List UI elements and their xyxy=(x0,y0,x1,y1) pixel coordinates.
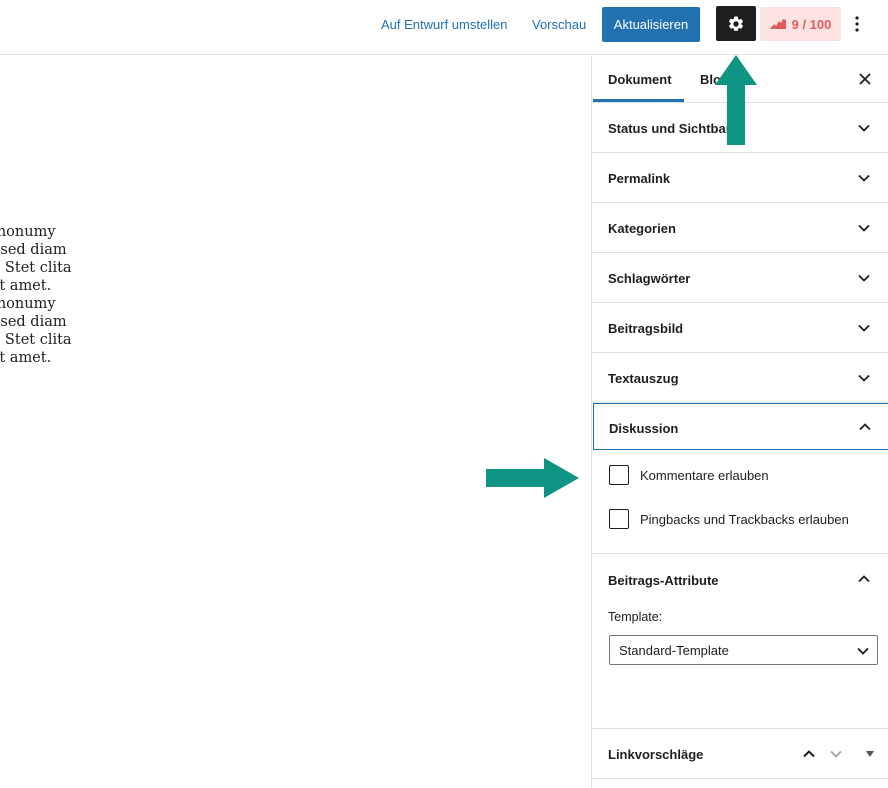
chevron-down-icon xyxy=(858,374,870,382)
chevron-up-icon xyxy=(859,423,871,431)
chevron-down-icon xyxy=(858,224,870,232)
more-options-button[interactable] xyxy=(850,11,864,37)
paragraph-line: ea rebum. Stet clita xyxy=(0,332,72,348)
chevron-down-icon xyxy=(857,647,869,655)
seo-score-icon xyxy=(769,19,786,29)
annotation-arrow-right xyxy=(486,458,579,498)
tab-document[interactable]: Dokument xyxy=(608,72,672,87)
preview-link[interactable]: Vorschau xyxy=(532,17,586,32)
template-label: Template: xyxy=(608,610,663,624)
panel-link-suggestions[interactable]: Linkvorschläge xyxy=(592,729,888,779)
paragraph-line: yam erat, sed diam xyxy=(0,314,67,330)
active-tab-indicator xyxy=(593,99,684,102)
close-icon[interactable] xyxy=(858,72,872,86)
template-select-value: Standard-Template xyxy=(619,643,729,658)
panel-featured-image[interactable]: Beitragsbild xyxy=(592,303,888,353)
update-button-label: Aktualisieren xyxy=(613,17,689,32)
editor-canvas: sed diam nonumy yam erat, sed diam ea re… xyxy=(0,56,591,788)
panel-title: Permalink xyxy=(608,171,671,186)
panel-title: Schlagwörter xyxy=(608,271,691,286)
chevron-down-icon xyxy=(858,174,870,182)
paragraph-line: ea rebum. Stet clita xyxy=(0,260,72,276)
more-vertical-icon xyxy=(855,16,859,32)
paragraph-line: m dolor sit amet. xyxy=(0,278,52,294)
panel-discussion: Diskussion Kommentare erlauben Pingbacks… xyxy=(592,403,888,554)
seo-score-button[interactable]: 9 / 100 xyxy=(760,7,841,41)
seo-score-value: 9 / 100 xyxy=(791,16,832,32)
panel-title: Linkvorschläge xyxy=(608,747,704,762)
settings-sidebar: Dokument Blo Status und Sichtbark Permal… xyxy=(591,56,888,788)
template-select[interactable]: Standard-Template xyxy=(609,635,878,665)
move-down-icon[interactable] xyxy=(829,747,843,761)
editor-toolbar: Auf Entwurf umstellen Vorschau Aktualisi… xyxy=(0,0,888,55)
panel-tags[interactable]: Schlagwörter xyxy=(592,253,888,303)
allow-comments-label[interactable]: Kommentare erlauben xyxy=(640,468,769,483)
chevron-down-icon xyxy=(858,324,870,332)
chevron-down-icon xyxy=(858,274,870,282)
paragraph-line: sed diam nonumy xyxy=(0,296,56,312)
panel-discussion-header[interactable]: Diskussion xyxy=(593,403,888,450)
paragraph-line: m dolor sit amet. xyxy=(0,350,52,366)
panel-title: Diskussion xyxy=(609,421,679,436)
allow-pingbacks-checkbox[interactable] xyxy=(609,509,629,529)
panel-title: Beitragsbild xyxy=(608,321,684,336)
allow-comments-checkbox[interactable] xyxy=(609,465,629,485)
paragraph-line: yam erat, sed diam xyxy=(0,242,67,258)
settings-button[interactable] xyxy=(716,6,756,41)
annotation-arrow-up xyxy=(715,55,757,145)
chevron-down-icon xyxy=(858,124,870,132)
panel-post-attributes-header[interactable]: Beitrags-Attribute xyxy=(592,554,888,604)
gear-icon xyxy=(728,15,744,31)
caret-down-icon[interactable] xyxy=(865,750,875,758)
panel-categories[interactable]: Kategorien xyxy=(592,203,888,253)
panel-permalink[interactable]: Permalink xyxy=(592,153,888,203)
paragraph-block[interactable]: sed diam nonumy yam erat, sed diam ea re… xyxy=(0,223,151,367)
panel-title: Kategorien xyxy=(608,221,676,236)
move-up-icon[interactable] xyxy=(802,747,816,761)
switch-to-draft-link[interactable]: Auf Entwurf umstellen xyxy=(381,17,507,32)
panel-excerpt[interactable]: Textauszug xyxy=(592,353,888,403)
paragraph-line: sed diam nonumy xyxy=(0,224,56,240)
update-button[interactable]: Aktualisieren xyxy=(602,7,700,42)
panel-title: Textauszug xyxy=(608,371,679,386)
panel-title: Beitrags-Attribute xyxy=(608,573,719,588)
chevron-up-icon xyxy=(858,575,870,583)
allow-pingbacks-label[interactable]: Pingbacks und Trackbacks erlauben xyxy=(640,512,849,527)
